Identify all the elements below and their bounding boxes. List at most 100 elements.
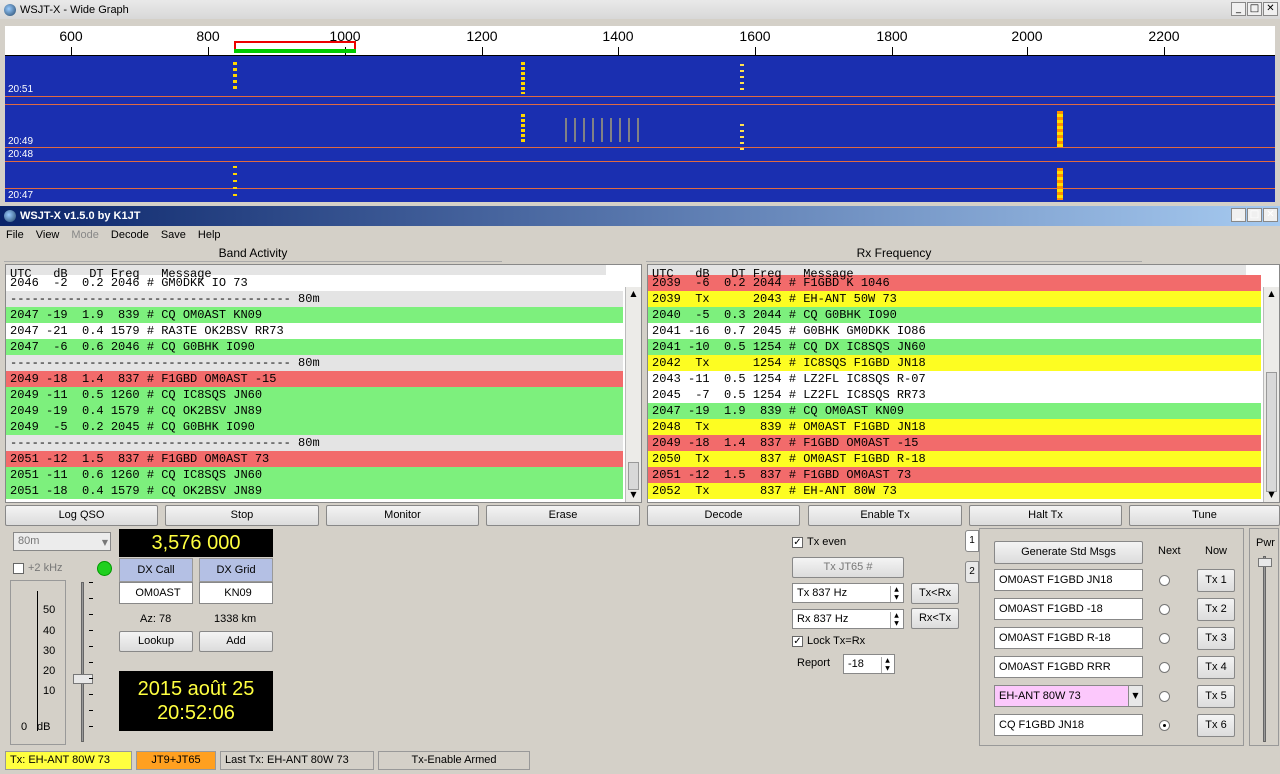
message-row[interactable]: 2049 -11 0.5 1260 # CQ IC8SQS JN60 xyxy=(6,387,623,403)
spin-arrows-icon[interactable]: ▲ ▼ xyxy=(890,586,902,602)
tx4-message[interactable]: OM0AST F1GBD RRR xyxy=(994,656,1143,678)
tx-lt-rx-button[interactable]: Tx<Rx xyxy=(911,583,959,604)
maximize-icon[interactable]: □ xyxy=(1247,208,1262,222)
add-button[interactable]: Add xyxy=(199,631,273,652)
tx1-button[interactable]: Tx 1 xyxy=(1197,569,1235,592)
message-row[interactable]: 2046 -2 0.2 2046 # GM0DKK IO 73 xyxy=(6,275,623,291)
scroll-down-icon[interactable]: ▼ xyxy=(1264,488,1279,502)
message-row[interactable]: 2047 -21 0.4 1579 # RA3TE OK2BSV RR73 xyxy=(6,323,623,339)
stop-button[interactable]: Stop xyxy=(165,505,319,526)
dx-call-input[interactable]: OM0AST xyxy=(119,582,193,604)
menu-help[interactable]: Help xyxy=(198,229,221,241)
message-row[interactable]: 2047 -6 0.6 2046 # CQ G0BHK IO90 xyxy=(6,339,623,355)
message-row[interactable]: 2051 -12 1.5 837 # F1GBD OM0AST 73 xyxy=(648,467,1261,483)
rx-frequency-list[interactable]: UTC dB DT Freq Message 2039 -6 0.2 2044 … xyxy=(647,264,1280,503)
tx6-button[interactable]: Tx 6 xyxy=(1197,714,1235,737)
message-row[interactable]: 2049 -18 1.4 837 # F1GBD OM0AST -15 xyxy=(648,435,1261,451)
next-radio-4[interactable] xyxy=(1159,662,1170,673)
log-qso-button[interactable]: Log QSO xyxy=(5,505,158,526)
band-activity-list[interactable]: UTC dB DT Freq Message 2046 -2 0.2 2046 … xyxy=(5,264,642,503)
scroll-thumb[interactable] xyxy=(628,462,639,490)
menu-view[interactable]: View xyxy=(36,229,60,241)
spin-arrows-icon[interactable]: ▲ ▼ xyxy=(881,657,893,673)
minimize-icon[interactable]: _ xyxy=(1231,2,1246,16)
message-row[interactable]: 2049 -5 0.2 2045 # CQ G0BHK IO90 xyxy=(6,419,623,435)
message-row[interactable]: 2051 -18 0.4 1579 # CQ OK2BSV JN89 xyxy=(6,483,623,499)
close-icon[interactable]: ✕ xyxy=(1263,208,1278,222)
scroll-up-icon[interactable]: ▲ xyxy=(1264,287,1279,301)
lock-tx-rx-checkbox[interactable]: ✓ Lock Tx=Rx xyxy=(792,635,865,647)
tx5-message-combo[interactable]: EH-ANT 80W 73 ▼ xyxy=(994,685,1143,707)
menu-save[interactable]: Save xyxy=(161,229,186,241)
frequency-scale[interactable]: 600 800 1000 1200 1400 1600 1800 2000 22… xyxy=(5,26,1275,56)
scrollbar[interactable]: ▲ ▼ xyxy=(1263,287,1279,502)
halt-tx-button[interactable]: Halt Tx xyxy=(969,505,1122,526)
scrollbar[interactable]: ▲ ▼ xyxy=(625,287,641,502)
band-select[interactable]: 80m ▼ xyxy=(13,532,111,551)
message-row[interactable]: 2041 -10 0.5 1254 # CQ DX IC8SQS JN60 xyxy=(648,339,1261,355)
tune-button[interactable]: Tune xyxy=(1129,505,1280,526)
minimize-icon[interactable]: _ xyxy=(1231,208,1246,222)
spin-arrows-icon[interactable]: ▲ ▼ xyxy=(890,612,902,628)
pwr-slider[interactable] xyxy=(1258,556,1272,742)
message-row[interactable]: 2049 -18 1.4 837 # F1GBD OM0AST -15 xyxy=(6,371,623,387)
waterfall-display[interactable]: 20:51 20:49 20:48 20:47 xyxy=(5,56,1275,202)
separator-row[interactable]: --------------------------------------- … xyxy=(6,291,623,307)
generate-std-msgs-button[interactable]: Generate Std Msgs xyxy=(994,541,1143,564)
message-row[interactable]: 2047 -19 1.9 839 # CQ OM0AST KN09 xyxy=(6,307,623,323)
scroll-thumb[interactable] xyxy=(1266,372,1277,492)
tx5-button[interactable]: Tx 5 xyxy=(1197,685,1235,708)
message-row[interactable]: 2039 Tx 2043 # EH-ANT 50W 73 xyxy=(648,291,1261,307)
rx-frequency-spinbox[interactable]: Rx 837 Hz ▲ ▼ xyxy=(792,609,904,629)
message-row[interactable]: 2043 -11 0.5 1254 # LZ2FL IC8SQS R-07 xyxy=(648,371,1261,387)
message-row[interactable]: 2047 -19 1.9 839 # CQ OM0AST KN09 xyxy=(648,403,1261,419)
message-row[interactable]: 2039 -6 0.2 2044 # F1GBD K 1046 xyxy=(648,275,1261,291)
tab-1[interactable]: 1 xyxy=(965,530,979,552)
rx-lt-tx-button[interactable]: Rx<Tx xyxy=(911,608,959,629)
message-row[interactable]: 2051 -11 0.6 1260 # CQ IC8SQS JN60 xyxy=(6,467,623,483)
tx2-message[interactable]: OM0AST F1GBD -18 xyxy=(994,598,1143,620)
tx-frequency-spinbox[interactable]: Tx 837 Hz ▲ ▼ xyxy=(792,583,904,603)
tx2-button[interactable]: Tx 2 xyxy=(1197,598,1235,621)
tab-2[interactable]: 2 xyxy=(965,561,979,583)
dx-grid-input[interactable]: KN09 xyxy=(199,582,273,604)
report-spinbox[interactable]: -18 ▲ ▼ xyxy=(843,654,895,674)
monitor-button[interactable]: Monitor xyxy=(326,505,479,526)
plus-2khz-checkbox[interactable]: +2 kHz xyxy=(13,562,63,574)
slider-thumb[interactable] xyxy=(1258,558,1272,567)
message-row[interactable]: 2052 Tx 837 # EH-ANT 80W 73 xyxy=(648,483,1261,499)
chevron-down-icon[interactable]: ▼ xyxy=(1128,686,1142,706)
input-level-slider[interactable] xyxy=(72,582,94,742)
message-row[interactable]: 2041 -16 0.7 2045 # G0BHK GM0DKK IO86 xyxy=(648,323,1261,339)
menu-decode[interactable]: Decode xyxy=(111,229,149,241)
erase-button[interactable]: Erase xyxy=(486,505,640,526)
message-row[interactable]: 2050 Tx 837 # OM0AST F1GBD R-18 xyxy=(648,451,1261,467)
menu-file[interactable]: File xyxy=(6,229,24,241)
message-row[interactable]: 2048 Tx 839 # OM0AST F1GBD JN18 xyxy=(648,419,1261,435)
lookup-button[interactable]: Lookup xyxy=(119,631,193,652)
message-row[interactable]: 2051 -12 1.5 837 # F1GBD OM0AST 73 xyxy=(6,451,623,467)
next-radio-5[interactable] xyxy=(1159,691,1170,702)
tx1-message[interactable]: OM0AST F1GBD JN18 xyxy=(994,569,1143,591)
next-radio-2[interactable] xyxy=(1159,604,1170,615)
tx4-button[interactable]: Tx 4 xyxy=(1197,656,1235,679)
separator-row[interactable]: --------------------------------------- … xyxy=(6,355,623,371)
scroll-down-icon[interactable]: ▼ xyxy=(626,488,641,502)
scroll-up-icon[interactable]: ▲ xyxy=(626,287,641,301)
decode-button[interactable]: Decode xyxy=(647,505,800,526)
next-radio-6[interactable] xyxy=(1159,720,1170,731)
next-radio-1[interactable] xyxy=(1159,575,1170,586)
tx3-button[interactable]: Tx 3 xyxy=(1197,627,1235,650)
tx3-message[interactable]: OM0AST F1GBD R-18 xyxy=(994,627,1143,649)
tx6-message[interactable]: CQ F1GBD JN18 xyxy=(994,714,1143,736)
close-icon[interactable]: ✕ xyxy=(1263,2,1278,16)
maximize-icon[interactable]: □ xyxy=(1247,2,1262,16)
tx-mode-button[interactable]: Tx JT65 # xyxy=(792,557,904,578)
menu-mode[interactable]: Mode xyxy=(71,229,99,241)
enable-tx-button[interactable]: Enable Tx xyxy=(808,505,962,526)
next-radio-3[interactable] xyxy=(1159,633,1170,644)
tx-even-checkbox[interactable]: ✓ Tx even xyxy=(792,536,846,548)
message-row[interactable]: 2040 -5 0.3 2044 # CQ G0BHK IO90 xyxy=(648,307,1261,323)
separator-row[interactable]: --------------------------------------- … xyxy=(6,435,623,451)
message-row[interactable]: 2049 -19 0.4 1579 # CQ OK2BSV JN89 xyxy=(6,403,623,419)
